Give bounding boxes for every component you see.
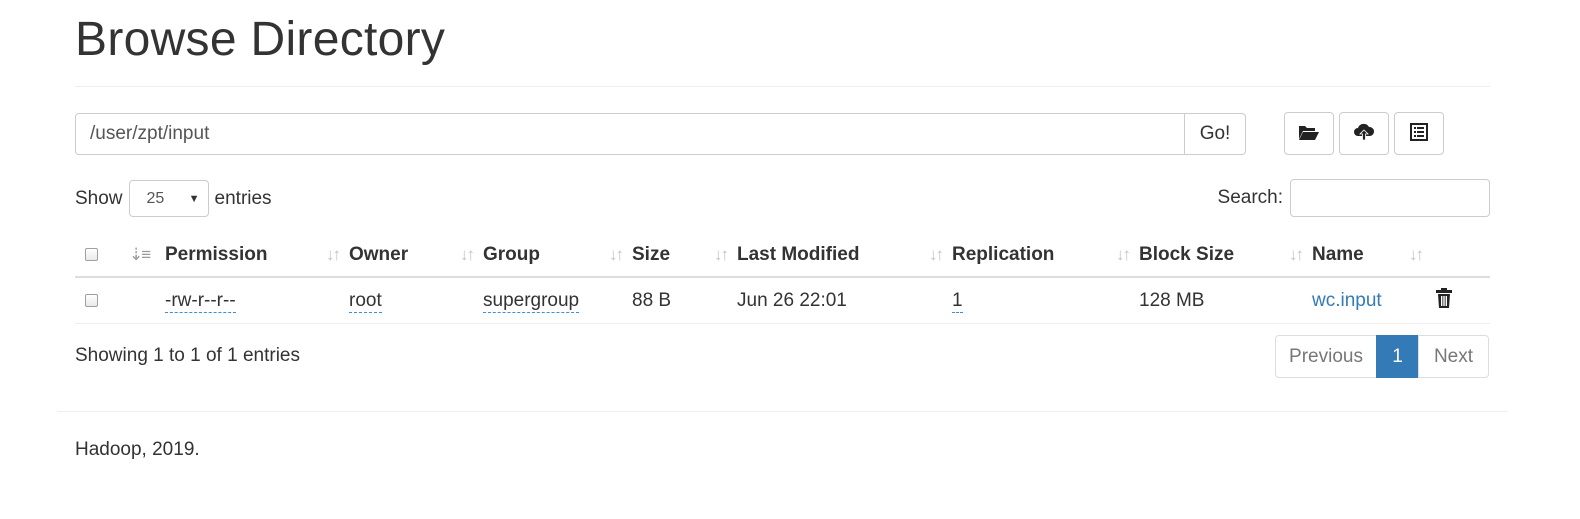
- create-directory-button[interactable]: [1284, 112, 1334, 155]
- column-group[interactable]: Group ↓↑: [483, 233, 632, 278]
- group-cell: supergroup: [483, 277, 632, 324]
- size-value: 88 B: [632, 289, 672, 311]
- replication-value[interactable]: 1: [952, 289, 963, 313]
- search-label: Search:: [1217, 187, 1283, 208]
- actions-column-header: [1432, 233, 1490, 278]
- owner-cell: root: [349, 277, 483, 324]
- last-modified-cell: Jun 26 22:01: [737, 277, 952, 324]
- column-owner[interactable]: Owner ↓↑: [349, 233, 483, 278]
- entries-select[interactable]: 25 ▼: [128, 180, 209, 217]
- column-last-modified[interactable]: Last Modified ↓↑: [737, 233, 952, 278]
- search-input[interactable]: [1290, 179, 1490, 217]
- search-control: Search:: [1218, 179, 1490, 217]
- entries-select-value: 25: [146, 189, 165, 207]
- cloud-upload-icon: [1353, 122, 1375, 145]
- sort-icon: ↓↑: [1116, 244, 1131, 264]
- show-label: Show: [75, 187, 123, 209]
- sort-icon: ↓↑: [326, 244, 341, 264]
- pagination: Previous 1 Next: [1275, 335, 1489, 378]
- footer-divider: [57, 411, 1508, 412]
- chevron-down-icon: ▼: [188, 192, 200, 205]
- select-all-cell: [75, 233, 127, 278]
- path-bar: Go!: [75, 113, 1246, 155]
- sort-icon: ↓↑: [1409, 244, 1424, 264]
- sort-icon: ↓↑: [1289, 244, 1304, 264]
- page-title: Browse Directory: [75, 13, 446, 66]
- column-replication[interactable]: Replication ↓↑: [952, 233, 1139, 278]
- table-header-row: ⇣≡ Permission ↓↑ Owner ↓↑ Group ↓↑ Size ↓↑ L…: [75, 233, 1490, 278]
- group-value[interactable]: supergroup: [483, 289, 580, 313]
- go-button[interactable]: Go!: [1184, 113, 1246, 155]
- actions-cell: [1432, 277, 1490, 324]
- column-size[interactable]: Size ↓↑: [632, 233, 737, 278]
- column-name[interactable]: Name ↓↑: [1312, 233, 1432, 278]
- footer-text: Hadoop, 2019.: [75, 439, 200, 460]
- column-permission[interactable]: Permission ↓↑: [165, 233, 349, 278]
- owner-value[interactable]: root: [349, 289, 382, 313]
- sort-column-header[interactable]: ⇣≡: [127, 233, 165, 278]
- column-block-size[interactable]: Block Size ↓↑: [1139, 233, 1312, 278]
- last-modified-value: Jun 26 22:01: [737, 289, 847, 311]
- folder-open-icon: [1298, 123, 1320, 144]
- list-alt-icon: [1410, 123, 1428, 144]
- next-page-button[interactable]: Next: [1418, 335, 1489, 378]
- name-cell: wc.input: [1312, 277, 1432, 324]
- file-table: ⇣≡ Permission ↓↑ Owner ↓↑ Group ↓↑ Size ↓↑ L…: [75, 233, 1490, 324]
- sort-icon: ↓↑: [714, 244, 729, 264]
- select-all-checkbox[interactable]: [85, 248, 98, 261]
- entries-length-control: Show 25 ▼ entries: [75, 180, 272, 217]
- row-spacer-cell: [127, 277, 165, 324]
- row-checkbox[interactable]: [85, 294, 98, 307]
- page-1-button[interactable]: 1: [1376, 335, 1419, 378]
- sort-amount-asc-icon: ⇣≡: [129, 244, 151, 264]
- block-size-value: 128 MB: [1139, 289, 1205, 311]
- sort-icon: ↓↑: [460, 244, 475, 264]
- row-select-cell: [75, 277, 127, 324]
- replication-cell: 1: [952, 277, 1139, 324]
- file-name-link[interactable]: wc.input: [1312, 290, 1382, 311]
- size-cell: 88 B: [632, 277, 737, 324]
- cut-paste-button[interactable]: [1394, 112, 1444, 155]
- sort-icon: ↓↑: [609, 244, 624, 264]
- sort-icon: ↓↑: [929, 244, 944, 264]
- block-size-cell: 128 MB: [1139, 277, 1312, 324]
- permission-cell: -rw-r--r--: [165, 277, 349, 324]
- permission-value[interactable]: -rw-r--r--: [165, 289, 236, 313]
- entries-label: entries: [214, 187, 272, 209]
- table-info: Showing 1 to 1 of 1 entries: [75, 345, 300, 366]
- table-row: -rw-r--r-- root supergroup 88 B Jun 26 2…: [75, 277, 1490, 324]
- previous-page-button[interactable]: Previous: [1275, 335, 1377, 378]
- path-input[interactable]: [75, 113, 1185, 155]
- trash-icon[interactable]: [1436, 287, 1452, 314]
- upload-button[interactable]: [1339, 112, 1389, 155]
- header-divider: [75, 86, 1490, 87]
